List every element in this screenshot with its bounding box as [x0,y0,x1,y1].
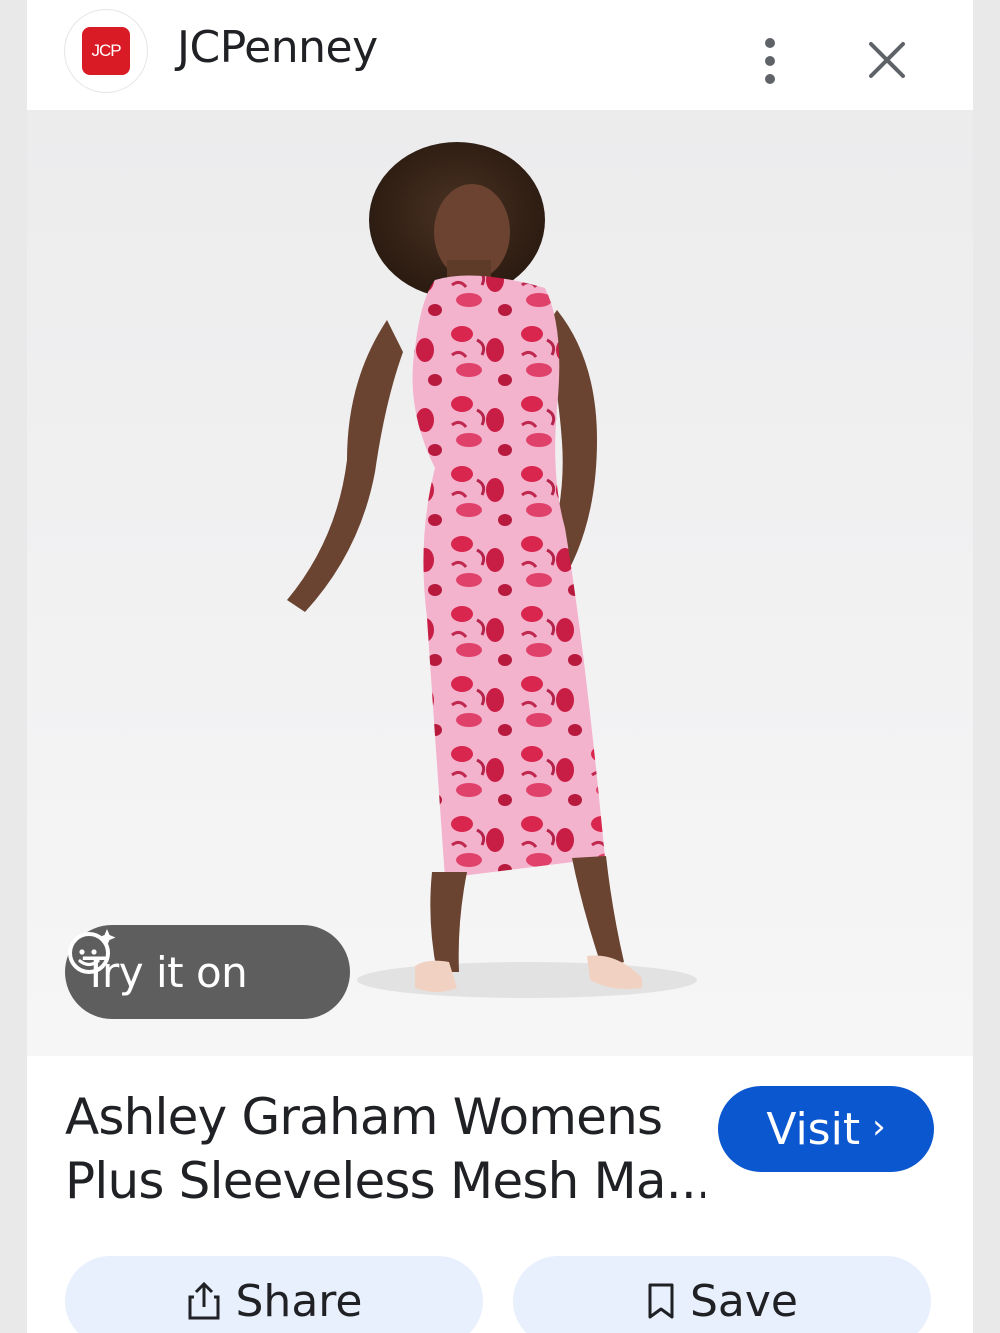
product-title-line-1: Ashley Graham Womens [65,1088,663,1146]
close-icon[interactable] [865,38,909,82]
product-image[interactable]: Try it on [27,110,973,1056]
jcp-logo-badge: JCP [82,27,130,75]
save-button[interactable]: Save [513,1256,931,1333]
save-label: Save [689,1275,798,1327]
face-sparkle-icon [68,929,116,974]
model-in-dress-illustration [287,142,697,998]
visit-button[interactable]: Visit › [718,1086,934,1172]
try-it-on-button[interactable]: Try it on [65,925,350,1019]
store-logo[interactable]: JCP [65,10,147,92]
bookmark-icon [648,1283,674,1319]
share-button[interactable]: Share [65,1256,483,1333]
image-preview-sheet: JCP JCPenney Try it on Ashley Graham Wom… [27,0,973,1333]
product-title[interactable]: Ashley Graham Womens Plus Sleeveless Mes… [65,1085,705,1213]
share-label: Share [235,1275,363,1327]
store-name[interactable]: JCPenney [177,22,378,73]
product-title-line-2: Plus Sleeveless Mesh Ma... [65,1152,705,1210]
visit-label: Visit [766,1103,861,1155]
chevron-right-icon: › [872,1107,886,1147]
share-icon [188,1281,219,1320]
header: JCP JCPenney [27,0,973,110]
more-vert-icon[interactable] [754,38,786,84]
